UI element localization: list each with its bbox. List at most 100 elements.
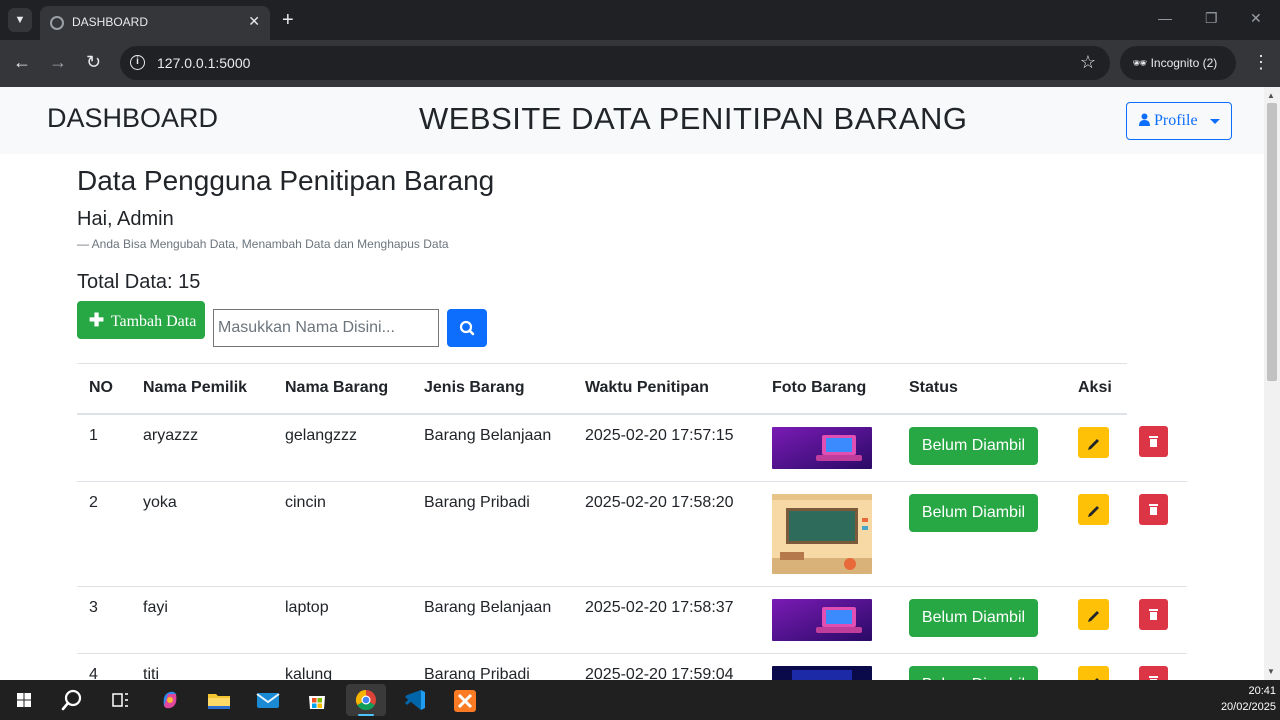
delete-button[interactable] xyxy=(1139,494,1168,525)
cell-status: Belum Diambil xyxy=(897,481,1066,587)
tab-search-chevron-icon[interactable]: ▼ xyxy=(8,8,32,32)
navbar-brand[interactable]: DASHBOARD xyxy=(47,103,218,134)
greeting-text: Hai, Admin xyxy=(77,208,174,230)
system-clock[interactable]: 20:41 20/02/2025 xyxy=(1208,683,1276,715)
search-icon[interactable] xyxy=(52,684,92,716)
col-header-waktu-penitipan: Waktu Penitipan xyxy=(573,363,760,415)
status-button[interactable]: Belum Diambil xyxy=(909,494,1038,532)
data-table: NO Nama Pemilik Nama Barang Jenis Barang… xyxy=(77,363,1187,680)
mail-icon[interactable] xyxy=(248,684,288,716)
restore-icon[interactable]: ❐ xyxy=(1205,10,1218,27)
task-view-icon[interactable] xyxy=(100,684,140,716)
vscode-icon[interactable] xyxy=(395,684,435,716)
forward-arrow-icon[interactable]: → xyxy=(49,52,67,73)
delete-button[interactable] xyxy=(1139,666,1168,680)
pencil-icon xyxy=(1088,438,1099,450)
edit-button[interactable] xyxy=(1078,599,1109,630)
cell-barang: gelangzzz xyxy=(273,413,412,482)
browser-tab-bar: ▼ DASHBOARD ✕ + — ❐ ✕ xyxy=(0,0,1280,40)
search-button[interactable] xyxy=(447,309,487,347)
browser-menu-icon[interactable]: ⋮ xyxy=(1252,52,1270,73)
cell-barang: cincin xyxy=(273,481,412,587)
search-icon xyxy=(459,320,475,336)
user-icon xyxy=(1139,113,1150,126)
chrome-icon[interactable] xyxy=(346,684,386,716)
cell-delete xyxy=(1127,586,1187,654)
cell-foto xyxy=(760,586,897,654)
cell-jenis: Barang Pribadi xyxy=(412,481,573,587)
col-header-aksi: Aksi xyxy=(1066,363,1127,415)
page-scrollbar[interactable]: ▲ ▼ xyxy=(1264,87,1280,680)
window-close-icon[interactable]: ✕ xyxy=(1250,10,1262,27)
cell-waktu: 2025-02-20 17:58:20 xyxy=(573,481,760,587)
edit-button[interactable] xyxy=(1078,426,1109,458)
cell-pemilik: fayi xyxy=(131,586,273,654)
site-info-icon[interactable]: i xyxy=(130,55,145,70)
status-button[interactable]: Belum Diambil xyxy=(909,599,1038,637)
col-header-jenis-barang: Jenis Barang xyxy=(412,363,573,415)
back-arrow-icon[interactable]: ← xyxy=(13,52,31,73)
profile-dropdown-button[interactable]: Profile xyxy=(1126,102,1232,140)
item-photo xyxy=(772,666,872,680)
col-header-foto-barang: Foto Barang xyxy=(760,363,897,415)
incognito-label: Incognito (2) xyxy=(1150,56,1218,70)
col-header-empty xyxy=(1127,364,1187,414)
globe-icon xyxy=(50,16,64,30)
table-row: 3 fayi laptop Barang Belanjaan 2025-02-2… xyxy=(77,586,1187,654)
search-input[interactable] xyxy=(213,309,439,347)
subnote-text: — Anda Bisa Mengubah Data, Menambah Data… xyxy=(77,237,449,251)
item-photo xyxy=(772,426,872,469)
cell-edit xyxy=(1066,653,1127,680)
cell-no: 1 xyxy=(77,413,131,482)
clock-date: 20/02/2025 xyxy=(1220,701,1276,713)
scrollbar-thumb[interactable] xyxy=(1267,103,1277,381)
cell-status: Belum Diambil xyxy=(897,586,1066,654)
trash-icon xyxy=(1149,676,1158,680)
cell-jenis: Barang Belanjaan xyxy=(412,586,573,654)
status-button[interactable]: Belum Diambil xyxy=(909,426,1038,465)
cell-barang: laptop xyxy=(273,586,412,654)
item-photo xyxy=(772,599,872,641)
bookmark-star-icon[interactable]: ☆ xyxy=(1080,52,1096,73)
cell-pemilik: yoka xyxy=(131,481,273,587)
col-header-nama-barang: Nama Barang xyxy=(273,363,412,415)
cell-waktu: 2025-02-20 17:59:04 xyxy=(573,653,760,680)
status-button[interactable]: Belum Diambil xyxy=(909,666,1038,680)
incognito-indicator[interactable]: 🕶 Incognito (2) xyxy=(1120,46,1236,80)
cell-status: Belum Diambil xyxy=(897,413,1066,482)
profile-label: Profile xyxy=(1154,112,1198,129)
cell-jenis: Barang Pribadi xyxy=(412,653,573,680)
edit-button[interactable] xyxy=(1078,494,1109,525)
table-row: 4 titi kalung Barang Pribadi 2025-02-20 … xyxy=(77,653,1187,680)
table-header-row: NO Nama Pemilik Nama Barang Jenis Barang… xyxy=(77,363,1187,415)
taskbar: 20:41 20/02/2025 xyxy=(0,680,1280,720)
edit-button[interactable] xyxy=(1078,666,1109,680)
new-tab-icon[interactable]: + xyxy=(282,8,294,32)
windows-start-icon[interactable] xyxy=(4,684,44,716)
cell-foto xyxy=(760,481,897,587)
xampp-icon[interactable] xyxy=(445,684,485,716)
reload-icon[interactable]: ↻ xyxy=(86,52,101,73)
browser-tab[interactable]: DASHBOARD ✕ xyxy=(40,6,270,40)
delete-button[interactable] xyxy=(1139,599,1168,630)
add-data-button[interactable]: ✚ Tambah Data xyxy=(77,301,205,339)
clock-time: 20:41 xyxy=(1248,685,1276,697)
minimize-icon[interactable]: — xyxy=(1158,10,1172,26)
delete-button[interactable] xyxy=(1139,425,1168,457)
pencil-icon xyxy=(1088,611,1099,622)
scroll-down-arrow-icon[interactable]: ▼ xyxy=(1267,667,1275,676)
cell-pemilik: aryazzz xyxy=(131,413,273,482)
cell-waktu: 2025-02-20 17:57:15 xyxy=(573,413,760,482)
cell-waktu: 2025-02-20 17:58:37 xyxy=(573,586,760,654)
cell-foto xyxy=(760,413,897,482)
copilot-icon[interactable] xyxy=(150,684,190,716)
scroll-up-arrow-icon[interactable]: ▲ xyxy=(1267,91,1275,100)
col-header-status: Status xyxy=(897,363,1066,415)
cell-pemilik: titi xyxy=(131,653,273,680)
store-icon[interactable] xyxy=(297,684,337,716)
file-explorer-icon[interactable] xyxy=(199,684,239,716)
cell-no: 2 xyxy=(77,481,131,587)
caret-down-icon xyxy=(1209,118,1220,124)
url-field[interactable]: i 127.0.0.1:5000 ☆ xyxy=(120,46,1110,80)
close-tab-icon[interactable]: ✕ xyxy=(248,13,260,30)
